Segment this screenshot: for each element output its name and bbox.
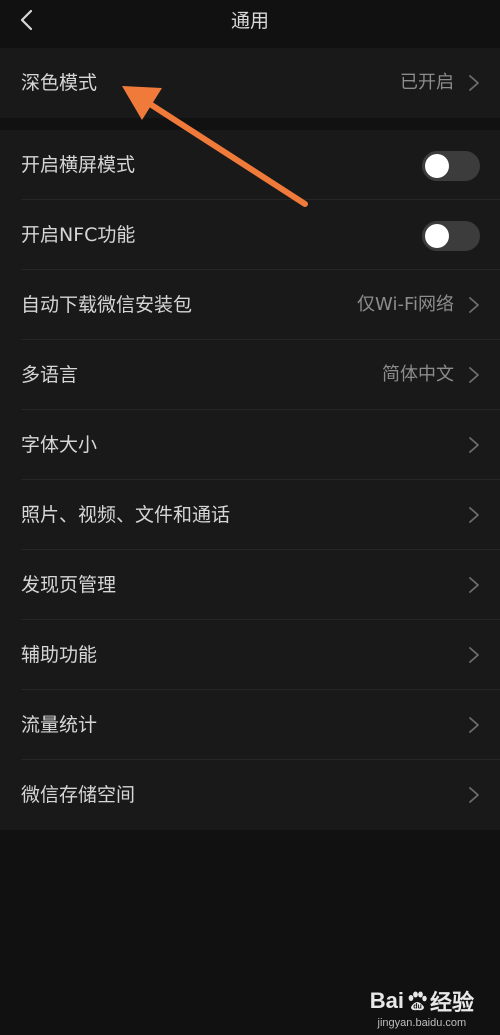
chevron-right-icon bbox=[469, 787, 479, 803]
row-label: 字体大小 bbox=[21, 434, 98, 456]
landscape-toggle[interactable] bbox=[422, 151, 480, 181]
chevron-right-icon bbox=[469, 437, 479, 453]
watermark-url: jingyan.baidu.com bbox=[377, 1017, 467, 1029]
row-value: 简体中文 bbox=[382, 364, 454, 385]
row-label: 微信存储空间 bbox=[21, 784, 136, 806]
row-value: 已开启 bbox=[400, 72, 454, 93]
paw-icon: du bbox=[408, 991, 427, 1011]
settings-row-auto-download[interactable]: 自动下载微信安装包 仅Wi-Fi网络 bbox=[0, 270, 500, 340]
chevron-right-icon bbox=[469, 647, 479, 663]
row-label: 多语言 bbox=[21, 364, 79, 386]
chevron-right-icon bbox=[469, 75, 479, 91]
row-label: 照片、视频、文件和通话 bbox=[21, 504, 231, 526]
row-label: 自动下载微信安装包 bbox=[21, 294, 193, 316]
settings-row-storage[interactable]: 微信存储空间 bbox=[0, 760, 500, 830]
nfc-toggle[interactable] bbox=[422, 221, 480, 251]
settings-row-font-size[interactable]: 字体大小 bbox=[0, 410, 500, 480]
row-label: 开启横屏模式 bbox=[21, 154, 136, 176]
chevron-right-icon bbox=[469, 577, 479, 593]
page-title: 通用 bbox=[230, 10, 269, 32]
toggle-knob bbox=[425, 154, 449, 178]
settings-row-language[interactable]: 多语言 简体中文 bbox=[0, 340, 500, 410]
row-label: 发现页管理 bbox=[21, 574, 117, 596]
settings-row-media[interactable]: 照片、视频、文件和通话 bbox=[0, 480, 500, 550]
watermark: Bai du 经验 jingyan.baidu.com bbox=[370, 985, 474, 1029]
chevron-right-icon bbox=[469, 717, 479, 733]
watermark-brand-right: 经验 bbox=[429, 990, 474, 1015]
settings-row-traffic[interactable]: 流量统计 bbox=[0, 690, 500, 760]
settings-row-nfc[interactable]: 开启NFC功能 bbox=[0, 200, 500, 270]
svg-text:du: du bbox=[413, 1004, 422, 1011]
row-label: 流量统计 bbox=[21, 714, 98, 736]
row-label: 开启NFC功能 bbox=[21, 224, 136, 246]
row-value: 仅Wi-Fi网络 bbox=[357, 294, 454, 315]
settings-row-landscape[interactable]: 开启横屏模式 bbox=[0, 130, 500, 200]
row-label: 辅助功能 bbox=[21, 644, 98, 666]
watermark-brand-left: Bai bbox=[369, 988, 404, 1013]
nav-bar: 通用 bbox=[0, 0, 500, 44]
toggle-knob bbox=[425, 224, 449, 248]
chevron-right-icon bbox=[469, 297, 479, 313]
dark-mode-group: 深色模式 已开启 bbox=[0, 48, 500, 118]
settings-row-accessibility[interactable]: 辅助功能 bbox=[0, 620, 500, 690]
row-label: 深色模式 bbox=[21, 72, 98, 94]
settings-row-discover[interactable]: 发现页管理 bbox=[0, 550, 500, 620]
chevron-right-icon bbox=[469, 507, 479, 523]
settings-group: 开启横屏模式 开启NFC功能 自动下载微信安装包 仅Wi-Fi网络 多语言 简体… bbox=[0, 130, 500, 830]
chevron-right-icon bbox=[469, 367, 479, 383]
watermark-logo: Bai du 经验 bbox=[370, 985, 474, 1017]
settings-row-dark-mode[interactable]: 深色模式 已开启 bbox=[0, 48, 500, 118]
